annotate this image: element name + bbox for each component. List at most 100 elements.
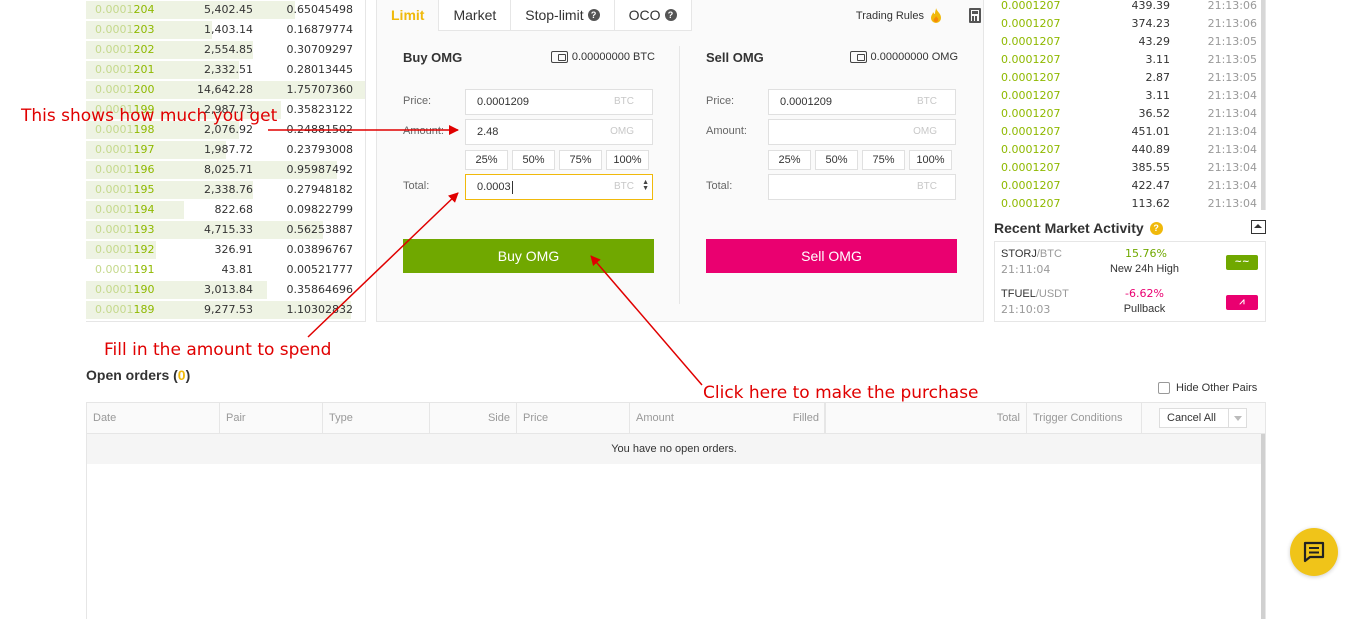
- tab-oco[interactable]: OCO?: [614, 0, 692, 31]
- chevron-down-icon[interactable]: [1228, 409, 1246, 427]
- hide-other-pairs-label: Hide Other Pairs: [1176, 382, 1258, 394]
- column-filled-label[interactable]: Filled: [707, 403, 826, 433]
- trade-price: 0.0001207: [1001, 143, 1061, 156]
- tab-label: OCO: [628, 6, 661, 23]
- percent-50-button[interactable]: 50%: [512, 150, 555, 170]
- orderbook-row[interactable]: 0.0001197 1,987.72 0.23793008: [86, 140, 365, 160]
- column-pair[interactable]: Pair: [220, 403, 323, 433]
- total-label: Total:: [403, 180, 430, 192]
- pullback-icon: ⩘: [1226, 295, 1258, 310]
- sell-balance: 0.00000000 OMG: [849, 51, 958, 63]
- orderbook-total: 0.95987492: [286, 163, 353, 176]
- help-icon[interactable]: ?: [664, 9, 677, 21]
- column-total[interactable]: Total: [826, 403, 1027, 433]
- divider: [679, 46, 680, 304]
- hide-other-pairs-toggle[interactable]: Hide Other Pairs: [1158, 382, 1257, 394]
- tab-limit[interactable]: Limit: [377, 0, 440, 31]
- pair-quote: /USDT: [1035, 288, 1069, 300]
- stepper-icon[interactable]: ▲ ▼: [642, 179, 649, 192]
- trade-time: 21:13:04: [1207, 179, 1257, 192]
- orderbook-row[interactable]: 0.0001194 822.68 0.09822799: [86, 200, 365, 220]
- collapse-icon[interactable]: [1251, 220, 1266, 234]
- trade-amount: 439.39: [1131, 0, 1171, 12]
- orderbook-amount: 43.81: [221, 263, 254, 276]
- buy-button[interactable]: Buy OMG: [403, 239, 654, 273]
- checkbox[interactable]: [1158, 382, 1170, 394]
- orderbook-row[interactable]: 0.0001193 4,715.33 0.56253887: [86, 220, 365, 240]
- sell-button[interactable]: Sell OMG: [706, 239, 957, 273]
- trade-price: 0.0001207: [1001, 125, 1061, 138]
- price-suffix: 194: [133, 203, 155, 216]
- buy-total-input[interactable]: 0.0003 BTC ▲ ▼: [465, 174, 653, 200]
- trade-price: 0.0001207: [1001, 107, 1061, 120]
- trade-amount: 440.89: [1131, 143, 1171, 156]
- chat-button[interactable]: [1290, 528, 1338, 576]
- price-suffix: 195: [133, 183, 155, 196]
- help-icon[interactable]: ?: [1149, 221, 1163, 235]
- percent-25-button[interactable]: 25%: [768, 150, 811, 170]
- orderbook-row[interactable]: 0.0001190 3,013.84 0.35864696: [86, 280, 365, 300]
- orderbook-total: 0.30709297: [286, 43, 353, 56]
- orderbook-amount: 5,402.45: [204, 3, 253, 16]
- price-prefix: 0.0001: [95, 303, 134, 316]
- empty-state: You have no open orders.: [87, 434, 1261, 464]
- column-type[interactable]: Type: [323, 403, 430, 433]
- trade-row: 0.0001207 385.55 21:13:04: [994, 162, 1265, 180]
- percent-50-button[interactable]: 50%: [815, 150, 858, 170]
- orderbook-price: 0.0001195: [95, 180, 155, 200]
- price-prefix: 0.0001: [95, 283, 134, 296]
- market-activity-item[interactable]: STORJ/BTC 21:11:04 15.76% New 24h High ~…: [995, 242, 1265, 282]
- market-activity-item[interactable]: TFUEL/USDT 21:10:03 -6.62% Pullback ⩘: [995, 282, 1265, 322]
- orderbook-row[interactable]: 0.0001189 9,277.53 1.10302832: [86, 300, 365, 320]
- trade-price: 0.0001207: [1001, 53, 1061, 66]
- sell-amount-input[interactable]: OMG: [768, 119, 956, 145]
- orderbook-price: 0.0001197: [95, 140, 155, 160]
- sell-percent-buttons: 25% 50% 75% 100%: [768, 150, 958, 170]
- price-suffix: 204: [133, 3, 155, 16]
- orderbook-row[interactable]: 0.0001200 14,642.28 1.75707360: [86, 80, 365, 100]
- column-trigger-conditions[interactable]: Trigger Conditions: [1027, 403, 1142, 433]
- calculator-icon[interactable]: [969, 8, 981, 23]
- column-price[interactable]: Price: [517, 403, 630, 433]
- cancel-all-button[interactable]: Cancel All: [1159, 408, 1247, 428]
- orderbook-row[interactable]: 0.0001201 2,332.51 0.28013445: [86, 60, 365, 80]
- trade-amount: 374.23: [1131, 17, 1171, 30]
- sell-total-input[interactable]: BTC: [768, 174, 956, 200]
- percent-100-button[interactable]: 100%: [909, 150, 952, 170]
- trading-rules-link[interactable]: Trading Rules: [856, 8, 943, 24]
- price-suffix: 191: [133, 263, 155, 276]
- trade-amount: 2.87: [1145, 71, 1171, 84]
- percent-100-button[interactable]: 100%: [606, 150, 649, 170]
- scrollbar[interactable]: [1261, 434, 1265, 619]
- orderbook-row[interactable]: 0.0001192 326.91 0.03896767: [86, 240, 365, 260]
- scrollbar[interactable]: [1261, 0, 1265, 210]
- trade-time: 21:13:06: [1207, 0, 1257, 12]
- price-prefix: 0.0001: [95, 63, 134, 76]
- orderbook-row[interactable]: 0.0001203 1,403.14 0.16879774: [86, 20, 365, 40]
- orderbook-row[interactable]: 0.0001202 2,554.85 0.30709297: [86, 40, 365, 60]
- column-date[interactable]: Date: [87, 403, 220, 433]
- percent-75-button[interactable]: 75%: [559, 150, 602, 170]
- tab-stop-limit[interactable]: Stop-limit?: [511, 0, 615, 31]
- percent-75-button[interactable]: 75%: [862, 150, 905, 170]
- market-activity-title: Recent Market Activity: [994, 220, 1144, 236]
- orderbook-row[interactable]: 0.0001191 43.81 0.00521777: [86, 260, 365, 280]
- buy-price-input[interactable]: 0.0001209 BTC: [465, 89, 653, 115]
- trade-price: 0.0001207: [1001, 89, 1061, 102]
- trade-row: 0.0001207 3.11 21:13:04: [994, 90, 1265, 108]
- orderbook-price: 0.0001196: [95, 160, 155, 180]
- orderbook-price: 0.0001189: [95, 300, 155, 320]
- orderbook-row[interactable]: 0.0001204 5,402.45 0.65045498: [86, 0, 365, 20]
- trade-time: 21:13:04: [1207, 161, 1257, 174]
- orderbook-row[interactable]: 0.0001196 8,025.71 0.95987492: [86, 160, 365, 180]
- price-suffix: 197: [133, 143, 155, 156]
- price-suffix: 201: [133, 63, 155, 76]
- sell-price-input[interactable]: 0.0001209 BTC: [768, 89, 956, 115]
- fire-icon: [931, 8, 941, 23]
- buy-amount-input[interactable]: 2.48 OMG: [465, 119, 653, 145]
- help-icon[interactable]: ?: [587, 9, 600, 21]
- column-side[interactable]: Side: [430, 403, 517, 433]
- tab-market[interactable]: Market: [439, 0, 512, 31]
- percent-25-button[interactable]: 25%: [465, 150, 508, 170]
- orderbook-row[interactable]: 0.0001195 2,338.76 0.27948182: [86, 180, 365, 200]
